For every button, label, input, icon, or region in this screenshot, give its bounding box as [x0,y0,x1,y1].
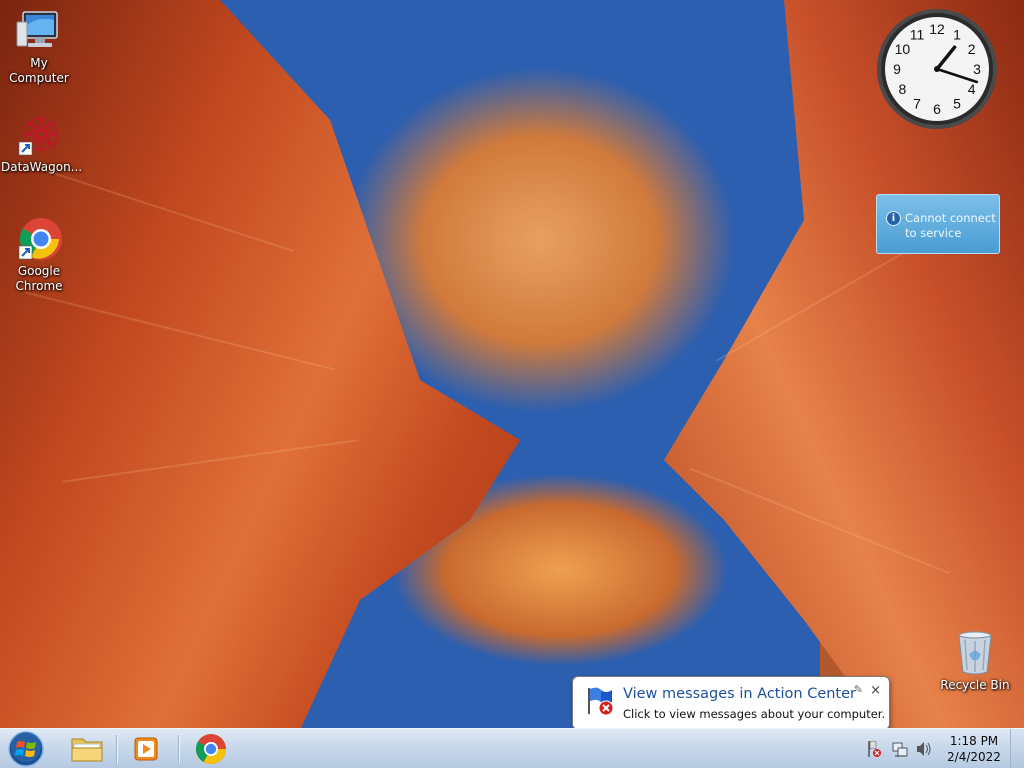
desktop-icon-recycle-bin[interactable]: Recycle Bin [937,630,1013,693]
taskbar-explorer-button[interactable] [64,731,110,767]
clock-hour-label: 4 [968,81,976,97]
desktop-icon-label: Chrome [15,279,63,293]
datawagon-icon [15,112,63,158]
notice-line2: to service [905,226,962,240]
chrome-icon [15,216,63,262]
taskbar-media-player-button[interactable] [124,731,170,767]
clock-hour-label: 11 [910,26,925,42]
volume-icon[interactable] [917,742,931,756]
action-center-tray-icon[interactable] [868,740,881,757]
taskbar: 1:18 PM 2/4/2022 [0,728,1024,768]
notice-line1: Cannot connect [905,211,996,225]
balloon-title[interactable]: View messages in Action Center [623,686,856,702]
recycle-bin-icon [951,630,999,676]
clock-hour-label: 6 [933,101,941,117]
clock-gadget[interactable]: 12 1 2 3 4 5 6 7 8 9 10 11 [876,8,998,130]
clock-hour-label: 9 [893,61,901,77]
start-button[interactable] [6,731,46,767]
taskbar-chrome-button[interactable] [188,731,234,767]
computer-icon [15,8,63,54]
close-button[interactable]: × [870,683,881,698]
taskbar-separator [178,735,180,763]
options-icon[interactable]: ✎ [854,683,863,696]
info-icon: i [886,211,901,226]
taskbar-date: 2/4/2022 [947,750,1001,764]
balloon-subtitle: Click to view messages about your comput… [623,707,886,721]
action-center-balloon[interactable]: View messages in Action Center Click to … [572,676,890,739]
desktop-icon-google-chrome[interactable]: Google Chrome [1,216,77,294]
action-center-flag-icon [585,685,617,717]
desktop-icon-my-computer[interactable]: My Computer [1,8,77,86]
clock-hour-label: 1 [953,26,961,42]
show-desktop-button[interactable] [1010,729,1024,768]
clock-hour-label: 5 [953,96,961,112]
desktop-icon-label: My Computer [9,56,69,85]
service-notice-gadget[interactable]: i Cannot connect to service [876,194,1000,254]
chrome-icon [195,734,226,765]
taskbar-clock[interactable]: 1:18 PM 2/4/2022 [940,733,1008,765]
clock-hour-label: 10 [895,41,911,57]
clock-hour-label: 8 [899,81,907,97]
network-icon[interactable] [892,742,908,757]
clock-hour-label: 2 [968,41,976,57]
desktop-icon-datawagon[interactable]: DataWagon... [1,112,83,175]
taskbar-time: 1:18 PM [949,734,999,748]
desktop-icon-label: Recycle Bin [940,678,1010,692]
clock-hour-label: 7 [913,96,921,112]
clock-hour-label: 3 [973,61,981,77]
system-tray [862,729,942,768]
clock-hour-label: 12 [929,21,945,37]
media-player-icon [134,737,158,761]
desktop-icon-label: DataWagon... [1,160,83,174]
wallpaper-rock-left [0,0,520,730]
desktop-icon-label: Google [17,264,61,278]
taskbar-separator [116,735,118,763]
folder-icon [71,738,103,762]
